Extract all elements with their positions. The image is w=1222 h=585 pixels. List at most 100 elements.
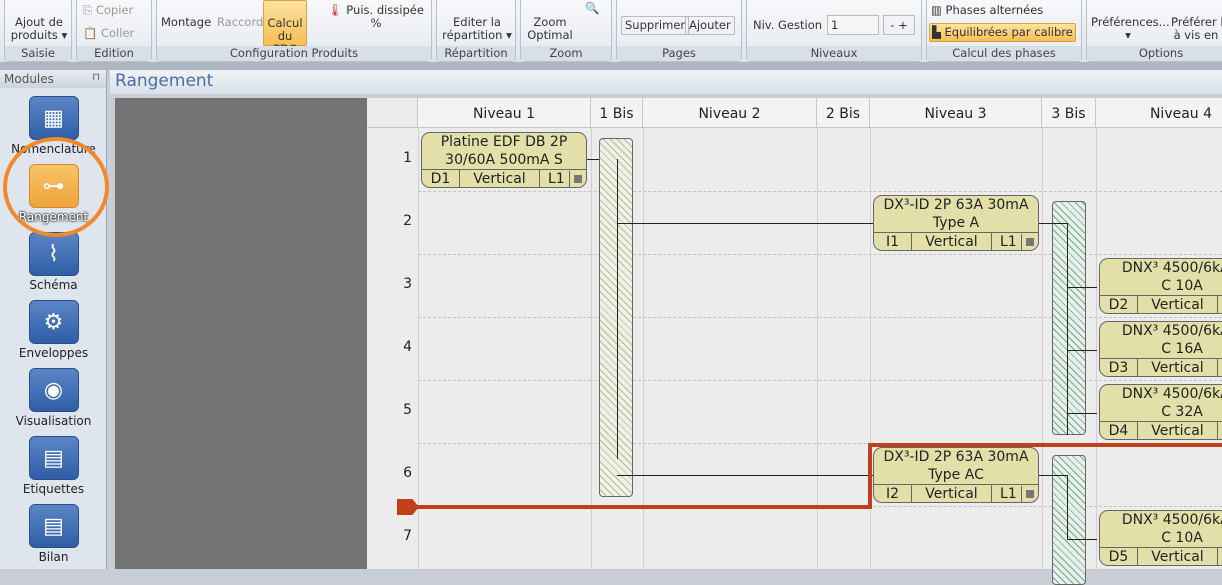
- connection-wire: [617, 159, 618, 459]
- device-phase: [1218, 548, 1222, 565]
- prefer-button[interactable]: Préférer laà vis en s: [1171, 16, 1222, 42]
- group-repartition: Editer la répartition ▾ Répartition: [436, 0, 516, 62]
- paste-button[interactable]: 📋 Coller: [83, 27, 134, 40]
- pin-icon[interactable]: ⊓: [92, 72, 100, 83]
- connection-wire: [1067, 350, 1097, 351]
- group-label: Options: [1087, 46, 1222, 61]
- column-divider: [591, 128, 592, 569]
- device-mount: Vertical: [1138, 359, 1218, 376]
- cable-marker: [397, 499, 419, 515]
- ribbon: Ajout de produits ▾ Saisie ⎘ Copier 📋 Co…: [0, 0, 1222, 63]
- highlight-circle: [3, 137, 109, 237]
- status-square-icon: [1025, 238, 1034, 246]
- busbar-1bis: [599, 138, 633, 497]
- device-box[interactable]: DX³-ID 2P 63A 30mA Type AC I2 Vertical L1: [873, 447, 1039, 503]
- column-header: Niveau 1: [418, 98, 591, 128]
- column-divider: [418, 128, 419, 569]
- connection-wire: [1067, 223, 1068, 435]
- column-divider: [1096, 128, 1097, 569]
- device-rating: 30/60A 500mA S: [445, 152, 563, 168]
- copy-button[interactable]: ⎘ Copier: [83, 4, 133, 17]
- device-id: I1: [874, 233, 912, 250]
- device-box[interactable]: Platine EDF DB 2P 30/60A 500mA S D1 Vertica…: [421, 132, 587, 188]
- corner-cell: [367, 98, 418, 128]
- prefer-label-1: Préférer la: [1171, 15, 1222, 29]
- prefer-label-2: à vis en s: [1173, 28, 1222, 42]
- connection-wire: [1067, 287, 1097, 288]
- row-number: 6: [403, 465, 412, 481]
- module-enveloppes[interactable]: ⚙ Enveloppes: [0, 300, 107, 360]
- equilibrees-label: Equilibrées par calibre: [944, 25, 1073, 39]
- montage-button[interactable]: Montage: [161, 16, 211, 29]
- module-bilan[interactable]: ▤ Bilan: [0, 504, 107, 564]
- device-name: DX³-ID 2P 63A 30mA: [883, 449, 1029, 465]
- column-header: 3 Bis: [1042, 98, 1096, 128]
- zoom-optimal-button[interactable]: Zoom Optimal: [525, 16, 575, 42]
- add-products-button[interactable]: Ajout de produits ▾: [9, 16, 69, 42]
- device-rating: C 10A: [1161, 278, 1203, 294]
- group-zoom: Zoom Optimal 🔍 Zoom: [520, 0, 612, 62]
- phase-label: L1: [996, 486, 1022, 502]
- device-box[interactable]: DX³-ID 2P 63A 30mA Type A I1 Vertical L1: [873, 195, 1039, 251]
- minus-button[interactable]: -: [890, 18, 894, 32]
- device-box[interactable]: DNX³ 4500/6kA F C 10A D2Vertical: [1099, 258, 1222, 314]
- device-box[interactable]: DNX³ 4500/6kA F C 16A D3Vertical: [1099, 321, 1222, 377]
- column-divider: [1042, 128, 1043, 569]
- rangement-grid: Niveau 11 Bis Niveau 22 Bis Niveau 33 Bis N…: [367, 98, 1222, 585]
- row-divider: [418, 317, 1222, 318]
- add-page-button[interactable]: Ajouter: [685, 16, 735, 35]
- plus-button[interactable]: +: [898, 18, 908, 32]
- group-label: Calcul des phases: [927, 46, 1081, 61]
- connection-wire: [1067, 413, 1097, 414]
- module-visualisation[interactable]: ◉ Visualisation: [0, 368, 107, 428]
- delete-page-button[interactable]: Supprimer: [621, 16, 690, 35]
- module-label: Visualisation: [15, 414, 92, 428]
- row-number: 7: [403, 528, 412, 544]
- device-phase: [1218, 296, 1222, 313]
- calcul-pdc-button[interactable]: Calcul du PDC: [263, 0, 307, 56]
- niv-gestion-label: Niv. Gestion :: [753, 18, 830, 32]
- module-label: Bilan: [38, 550, 69, 564]
- device-id: D5: [1100, 548, 1138, 565]
- gears-icon: ⚙: [28, 300, 79, 344]
- niv-gestion-input[interactable]: 1: [827, 15, 879, 35]
- equilibrees-button[interactable]: ▙ Equilibrées par calibre: [929, 23, 1076, 42]
- labels-grid-icon: ▤: [28, 436, 79, 480]
- module-etiquettes[interactable]: ▤ Etiquettes: [0, 436, 107, 496]
- device-name: DNX³ 4500/6kA F: [1121, 386, 1222, 402]
- thermometer-icon: 🌡: [328, 3, 343, 17]
- group-label: Saisie: [5, 46, 71, 61]
- device-phase: [1218, 359, 1222, 376]
- row-divider: [418, 191, 1222, 192]
- zoom-in-icon[interactable]: 🔍: [585, 2, 599, 15]
- row-divider: [418, 380, 1222, 381]
- niv-stepper[interactable]: - +: [883, 15, 915, 35]
- edit-repartition-button[interactable]: Editer la répartition ▾: [441, 16, 513, 42]
- module-schéma[interactable]: ⌇ Schéma: [0, 232, 107, 292]
- device-id: I2: [874, 485, 912, 502]
- status-square-icon: [1025, 490, 1034, 498]
- connection-wire: [617, 475, 873, 476]
- device-phase: L1: [992, 233, 1038, 250]
- row-divider: [418, 569, 1222, 570]
- device-box[interactable]: DNX³ 4500/6kA F C 10A D5Vertical: [1099, 510, 1222, 566]
- preferences-button[interactable]: Préférences... ▾: [1091, 16, 1170, 42]
- device-name: DNX³ 4500/6kA F: [1121, 260, 1222, 276]
- column-header: Niveau 3: [870, 98, 1042, 128]
- row-number: 2: [403, 213, 412, 229]
- device-mount: Vertical: [912, 485, 992, 502]
- group-label: Répartition: [437, 46, 515, 61]
- schematic-icon: ⌇: [28, 232, 79, 276]
- eye-icon: ◉: [28, 368, 79, 412]
- phases-alternees-button[interactable]: ▥ Phases alternées: [931, 4, 1043, 17]
- row-number: 3: [403, 276, 412, 292]
- puis-dissipee-button[interactable]: 🌡 Puis. dissipée %: [321, 4, 431, 30]
- column-divider: [643, 128, 644, 569]
- device-id: D4: [1100, 422, 1138, 439]
- paste-label: Coller: [100, 26, 135, 40]
- raccord-button[interactable]: Raccord: [217, 16, 263, 29]
- column-header: Niveau 4: [1096, 98, 1222, 128]
- connection-wire: [1067, 475, 1068, 540]
- device-box[interactable]: DNX³ 4500/6kA F C 32A D4Vertical: [1099, 384, 1222, 440]
- phase-label: L1: [544, 171, 570, 187]
